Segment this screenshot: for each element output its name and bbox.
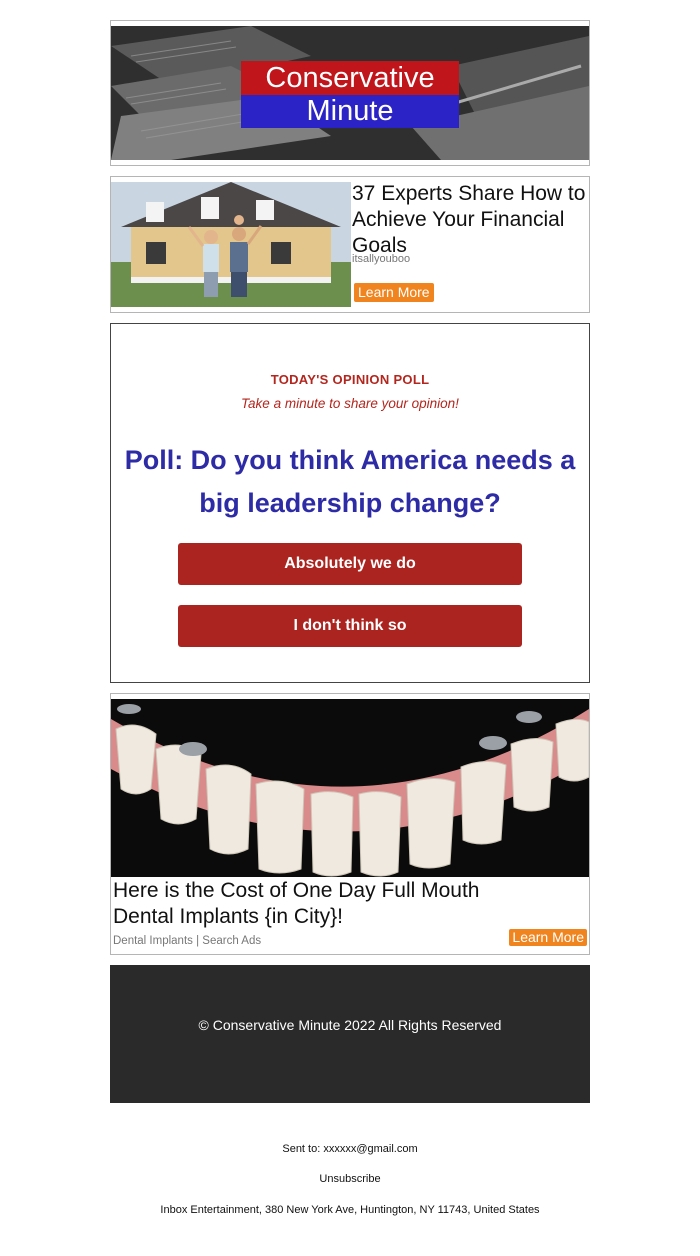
logo-line-1: Conservative [241, 61, 459, 95]
dental-implants-image[interactable] [111, 699, 589, 877]
unsubscribe-link[interactable]: Unsubscribe [0, 1173, 700, 1185]
poll-subtitle: Take a minute to share your opinion! [241, 396, 459, 411]
learn-more-button[interactable]: Learn More [509, 929, 587, 946]
opinion-poll: TODAY'S OPINION POLL Take a minute to sh… [110, 323, 590, 683]
poll-option-yes-button[interactable]: Absolutely we do [178, 543, 522, 585]
poll-kicker: TODAY'S OPINION POLL [270, 372, 430, 387]
ad-headline[interactable]: 37 Experts Share How to Achieve Your Fin… [352, 181, 588, 259]
ad-headline[interactable]: Here is the Cost of One Day Full Mouth D… [113, 878, 543, 930]
poll-option-no-button[interactable]: I don't think so [178, 605, 522, 647]
footer: © Conservative Minute 2022 All Rights Re… [110, 965, 590, 1103]
ad-source: Dental Implants | Search Ads [113, 935, 262, 947]
sender-address: Inbox Entertainment, 380 New York Ave, H… [160, 1204, 540, 1216]
poll-question: Poll: Do you think America needs a big l… [124, 445, 576, 518]
copyright-text: © Conservative Minute 2022 All Rights Re… [198, 1017, 502, 1033]
ad-source: itsallyouboo [352, 253, 411, 265]
logo-line-2: Minute [241, 95, 459, 128]
house-photo [111, 182, 351, 307]
family-house-image[interactable] [111, 182, 351, 307]
dental-implant-photo [111, 699, 589, 877]
newspaper-background-image: Conservative Minute [111, 26, 589, 160]
learn-more-button[interactable]: Learn More [354, 283, 434, 302]
sponsored-ad-dental[interactable]: Here is the Cost of One Day Full Mouth D… [110, 693, 590, 955]
sent-to-text: Sent to: xxxxxx@gmail.com [282, 1143, 418, 1155]
header-banner[interactable]: Conservative Minute [110, 20, 590, 166]
sponsored-ad-financial[interactable]: 37 Experts Share How to Achieve Your Fin… [110, 176, 590, 313]
